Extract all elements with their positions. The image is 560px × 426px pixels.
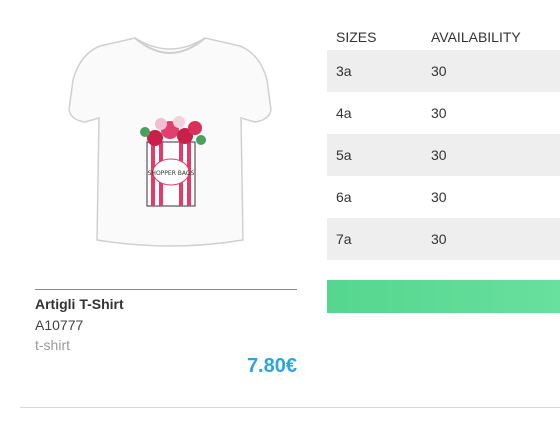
availability-table-wrap: SIZES AVAILABILITY 3a 30 4a 30 5a 30 6a …: [327, 24, 560, 260]
table-row: 3a 30: [327, 50, 560, 92]
size-cell: 4a: [336, 105, 352, 121]
section-divider: [20, 407, 560, 408]
product-price: 7.80€: [246, 355, 297, 377]
table-row: 6a 30: [327, 176, 560, 218]
availability-cell: 30: [431, 50, 560, 92]
size-cell: 7a: [327, 218, 431, 260]
availability-cell: 30: [431, 134, 560, 176]
sizes-header: SIZES: [336, 29, 377, 45]
size-cell: 5a: [327, 134, 431, 176]
size-cell: 3a: [327, 50, 431, 92]
availability-table: SIZES AVAILABILITY 3a 30 4a 30 5a 30 6a …: [327, 24, 560, 260]
table-header-row: SIZES AVAILABILITY: [327, 24, 560, 50]
product-card: SHOPPER BAGS Artigli T-Shirt A10777 t-sh…: [35, 0, 297, 400]
add-to-cart-button[interactable]: [327, 280, 560, 313]
availability-cell: 30: [431, 105, 447, 121]
product-name[interactable]: Artigli T-Shirt: [35, 296, 124, 312]
product-image[interactable]: SHOPPER BAGS: [55, 20, 285, 260]
card-divider: [35, 289, 297, 290]
product-category: t-shirt: [35, 337, 70, 353]
bag-label: SHOPPER BAGS: [148, 170, 195, 177]
product-code: A10777: [35, 317, 84, 333]
table-row: 4a 30: [327, 92, 560, 134]
availability-cell: 30: [431, 218, 560, 260]
table-row: 7a 30: [327, 218, 560, 260]
availability-header: AVAILABILITY: [431, 29, 521, 45]
availability-cell: 30: [431, 189, 447, 205]
size-cell: 6a: [336, 189, 352, 205]
table-row: 5a 30: [327, 134, 560, 176]
